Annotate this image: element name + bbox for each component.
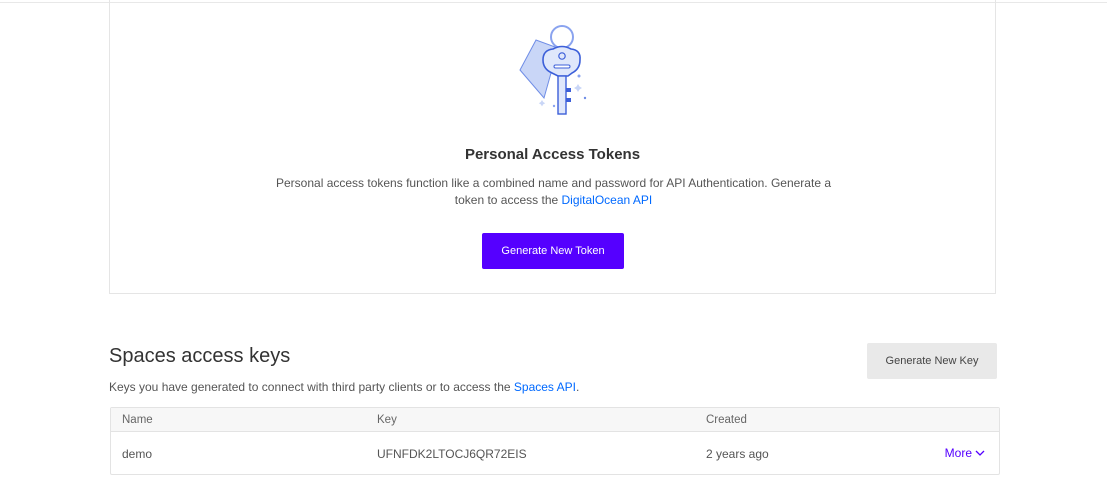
- personal-tokens-description: Personal access tokens function like a c…: [270, 175, 837, 209]
- spaces-desc-end: .: [575, 380, 580, 394]
- more-label: More: [944, 446, 972, 460]
- generate-new-key-button[interactable]: Generate New Key: [867, 343, 997, 379]
- chevron-down-icon: [975, 450, 985, 457]
- spaces-description: Keys you have generated to connect with …: [109, 380, 579, 394]
- digitalocean-api-link[interactable]: DigitalOcean API: [562, 193, 653, 207]
- column-header-key: Key: [377, 414, 397, 426]
- row-name: demo: [122, 447, 153, 461]
- spaces-access-keys-title: Spaces access keys: [109, 345, 291, 367]
- key-icon: [519, 25, 587, 115]
- table-header: Name Key Created: [111, 408, 999, 432]
- column-header-name: Name: [122, 414, 153, 426]
- column-header-created: Created: [706, 414, 747, 426]
- spaces-api-link[interactable]: Spaces API: [514, 380, 576, 394]
- personal-tokens-card: Personal Access Tokens Personal access t…: [109, 0, 996, 294]
- row-created: 2 years ago: [706, 447, 769, 461]
- more-dropdown[interactable]: More: [945, 446, 985, 460]
- personal-tokens-title: Personal Access Tokens: [464, 146, 641, 163]
- personal-tokens-desc-text: Personal access tokens function like a c…: [276, 176, 831, 207]
- row-key: UFNFDK2LTOCJ6QR72EIS: [377, 447, 527, 461]
- generate-new-token-button[interactable]: Generate New Token: [482, 233, 624, 269]
- spaces-desc-text: Keys you have generated to connect with …: [109, 380, 514, 394]
- spaces-keys-table: Name Key Created demo UFNFDK2LTOCJ6QR72E…: [110, 407, 1000, 475]
